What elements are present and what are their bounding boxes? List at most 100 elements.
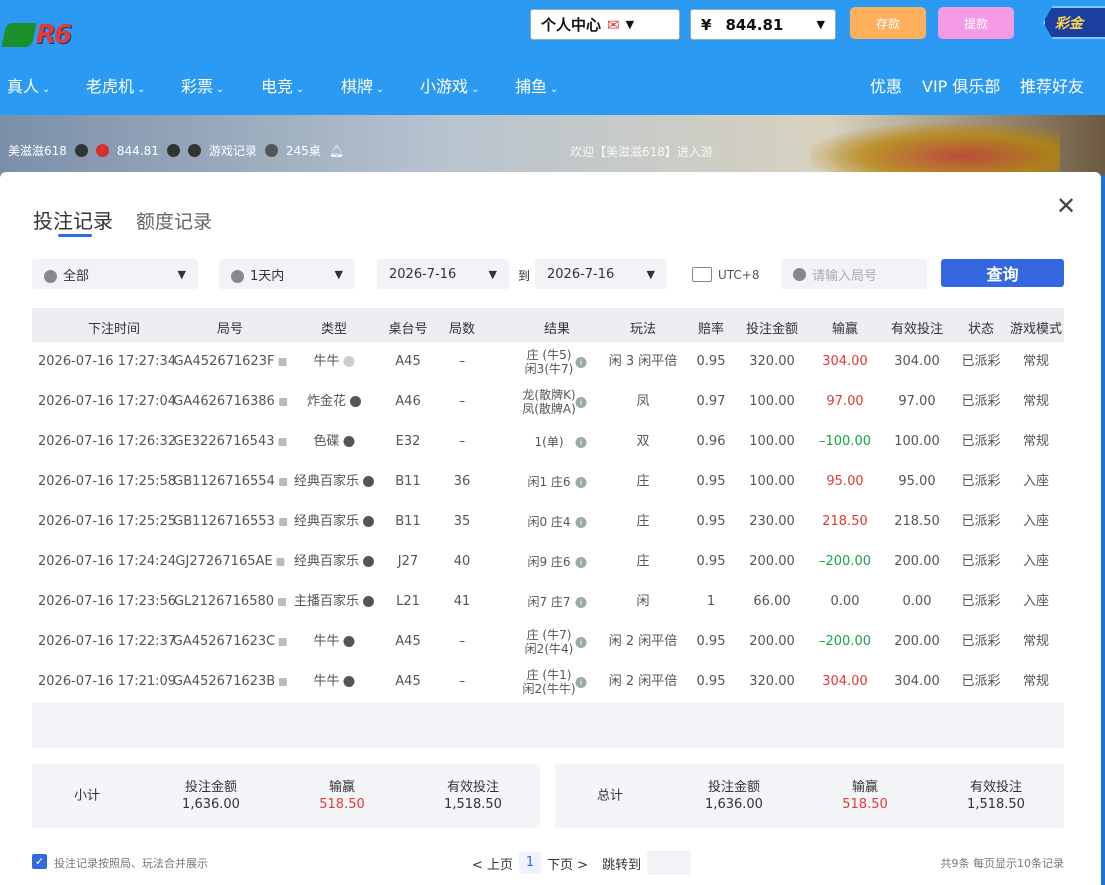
- cell-win-loss: –200.00: [819, 555, 871, 569]
- next-page-button[interactable]: 下页 >: [547, 854, 588, 873]
- tab-credit-records[interactable]: 额度记录: [136, 207, 212, 234]
- personal-center-dropdown[interactable]: 个人中心 ✉ ▼: [530, 9, 680, 40]
- cell-bet-time-text: 2026-07-16 17:27:34: [38, 354, 177, 369]
- replay-icon[interactable]: [363, 556, 375, 567]
- info-icon[interactable]: i: [575, 355, 587, 369]
- cell-valid-bet: 200.00: [894, 635, 940, 649]
- chevron-down-icon: ▼: [177, 267, 186, 281]
- info-icon[interactable]: i: [575, 515, 587, 529]
- date-from-select[interactable]: 2026-7-16 ▼: [377, 259, 509, 289]
- prev-page-button[interactable]: < 上页: [472, 854, 513, 873]
- bell-icon[interactable]: 🔔︎: [329, 144, 344, 158]
- cell-type-text: 牛牛: [313, 354, 340, 369]
- cell-result: 庄 (牛7) 闲2(牛4): [525, 628, 574, 656]
- logo[interactable]: R6: [1, 20, 86, 50]
- table-row: 2026-07-16 17:25:25 GB1126716553 经典百家乐 B11 3…: [32, 502, 1064, 542]
- promo-banner[interactable]: 彩金: [1043, 6, 1105, 39]
- nav-item-live[interactable]: 真人 ⌄: [7, 73, 50, 97]
- withdraw-button[interactable]: 提款: [938, 7, 1014, 39]
- copy-icon[interactable]: [278, 477, 287, 486]
- deposit-button[interactable]: 存款: [850, 7, 926, 39]
- header-valid-bet: 有效投注: [890, 322, 944, 337]
- jump-page-input[interactable]: [647, 851, 692, 875]
- cell-bet-time: 2026-07-16 17:25:58: [38, 475, 176, 489]
- table-icon: [264, 144, 278, 157]
- cell-bet-amount: 66.00: [753, 595, 790, 609]
- info-icon[interactable]: i: [575, 675, 587, 689]
- top-bar: R6 个人中心 ✉ ▼ ¥ 844.81 ▼ 存款 提款 彩金 真人 ⌄ 老虎机 ⌄…: [0, 0, 1105, 115]
- tab-bet-records[interactable]: 投注记录: [33, 205, 113, 234]
- replay-icon[interactable]: [363, 596, 375, 607]
- nav-item-lottery[interactable]: 彩票 ⌄: [181, 73, 224, 97]
- copy-icon[interactable]: [279, 637, 288, 646]
- nav-item-chess[interactable]: 棋牌 ⌄: [341, 73, 384, 97]
- cell-bet-time: 2026-07-16 17:22:37: [38, 635, 176, 649]
- cell-type: 牛牛: [313, 354, 355, 369]
- copy-icon[interactable]: [278, 517, 287, 526]
- refresh-icon[interactable]: [166, 144, 180, 157]
- cell-play-text: 闲 2 闲平倍: [608, 674, 678, 689]
- round-search-field[interactable]: 请输入局号: [781, 259, 927, 289]
- copy-icon[interactable]: [279, 677, 288, 686]
- game-type-value: 全部: [63, 268, 90, 284]
- replay-icon[interactable]: [363, 476, 375, 487]
- replay-icon[interactable]: [343, 356, 355, 367]
- cell-game-mode: 入座: [1023, 555, 1049, 569]
- cell-result: 闲0 庄4: [527, 515, 570, 529]
- mail-icon: ✉: [607, 15, 620, 34]
- nav-item-fishing[interactable]: 捕鱼 ⌄: [515, 73, 558, 97]
- cell-play: 闲 2 闲平倍: [609, 675, 678, 689]
- copy-icon[interactable]: [278, 397, 287, 406]
- info-icon[interactable]: i: [575, 595, 587, 609]
- date-to-select[interactable]: 2026-7-16 ▼: [535, 259, 667, 289]
- cell-bet-amount-text: 100.00: [749, 474, 795, 489]
- date-range-separator: 到: [518, 269, 531, 283]
- balance-dropdown[interactable]: ¥ 844.81 ▼: [690, 9, 836, 40]
- game-record-link[interactable]: 游戏记录: [209, 142, 257, 159]
- cell-odds: 0.95: [697, 475, 726, 489]
- nav-item-esports[interactable]: 电竞 ⌄: [261, 73, 304, 97]
- coin-icon: ¥: [95, 144, 109, 157]
- cell-game-mode: 常规: [1023, 355, 1049, 369]
- chevron-down-icon: ⌄: [216, 84, 225, 95]
- cell-bet-amount-text: 66.00: [753, 594, 791, 609]
- time-range-select[interactable]: 1天内 ▼: [219, 259, 355, 289]
- welcome-marquee: 欢迎【美滋滋618】进入游: [570, 145, 713, 159]
- copy-icon[interactable]: [278, 597, 287, 606]
- nav-item-referral[interactable]: 推荐好友: [1020, 73, 1084, 97]
- cell-status: 已派彩: [961, 515, 1000, 529]
- cell-table: E32: [396, 435, 421, 449]
- cell-round-count-text: 40: [453, 554, 471, 569]
- nav-item-slots[interactable]: 老虎机 ⌄: [86, 73, 145, 97]
- cell-table-text: B11: [395, 474, 421, 489]
- cell-game-mode: 入座: [1023, 515, 1049, 529]
- nav-item-vip[interactable]: VIP 俱乐部: [922, 73, 1000, 97]
- replay-icon[interactable]: [343, 676, 355, 687]
- copy-icon[interactable]: [278, 357, 287, 366]
- info-icon[interactable]: i: [575, 435, 587, 449]
- replay-icon[interactable]: [343, 636, 355, 647]
- page-number-current[interactable]: 1: [519, 852, 542, 874]
- nav-item-promotions[interactable]: 优惠: [870, 73, 902, 97]
- cell-type: 经典百家乐: [294, 555, 375, 569]
- replay-icon[interactable]: [343, 436, 355, 447]
- merge-checkbox[interactable]: ✓: [32, 854, 47, 869]
- replay-icon[interactable]: [363, 516, 375, 527]
- pagination: < 上页 1 下页 > 跳转到: [472, 851, 692, 875]
- cell-round-count-text: 35: [453, 514, 471, 529]
- close-icon[interactable]: ✕: [1056, 194, 1076, 218]
- search-button[interactable]: 查询: [941, 259, 1064, 287]
- copy-icon[interactable]: [278, 437, 287, 446]
- cell-odds-text: 0.95: [696, 514, 726, 529]
- cell-round-id: GA4626716386: [173, 395, 287, 409]
- info-icon[interactable]: i: [575, 635, 587, 649]
- game-type-select[interactable]: 全部 ▼: [32, 259, 198, 289]
- info-icon[interactable]: i: [575, 475, 587, 489]
- info-icon[interactable]: i: [575, 395, 587, 409]
- info-icon[interactable]: i: [575, 555, 587, 569]
- nav-item-minigames[interactable]: 小游戏 ⌄: [420, 73, 479, 97]
- header-play: 玩法: [629, 322, 657, 337]
- copy-icon[interactable]: [276, 557, 285, 566]
- cell-round-count-text: –: [458, 394, 466, 409]
- replay-icon[interactable]: [350, 396, 362, 407]
